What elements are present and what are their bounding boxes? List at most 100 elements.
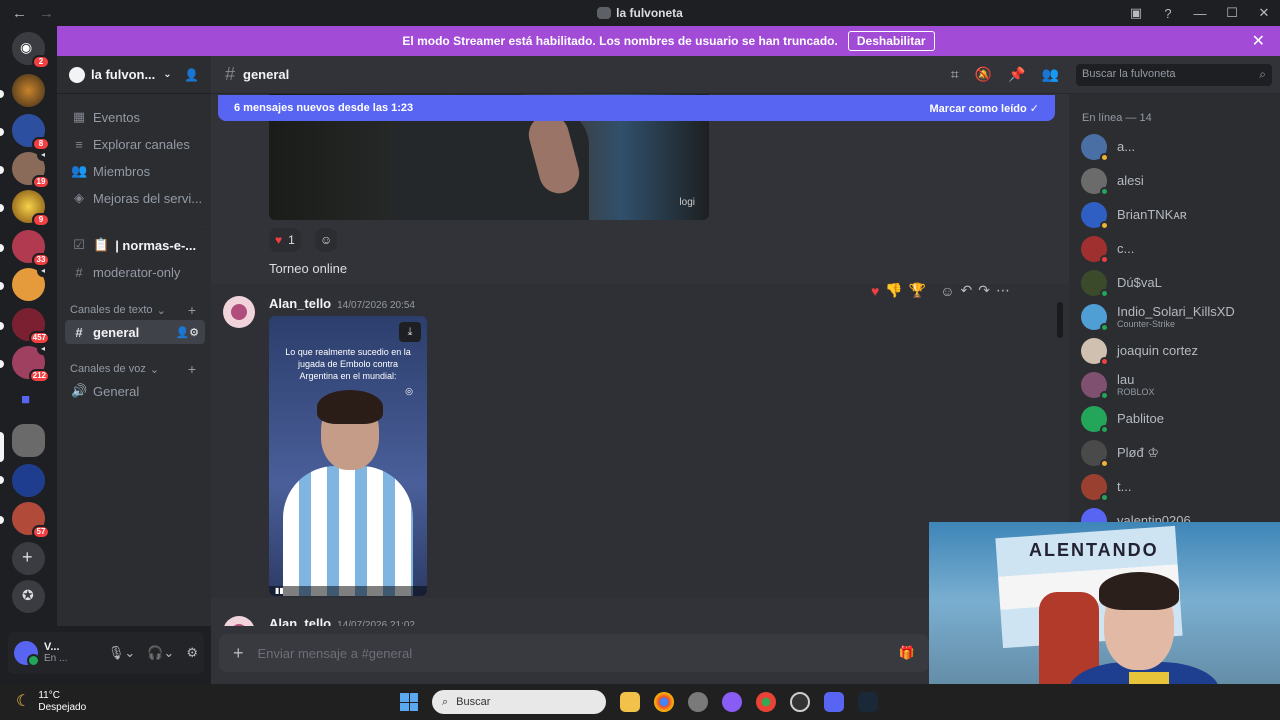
mute-bell-icon[interactable]: 🔕 xyxy=(975,66,992,83)
add-server-button[interactable]: + xyxy=(12,542,45,575)
member-item[interactable]: Pablitoe xyxy=(1081,404,1271,434)
message-input[interactable]: + Enviar mensaje a #general 🎁 xyxy=(219,634,929,672)
app-icon[interactable] xyxy=(790,692,810,712)
discord-taskbar-icon[interactable] xyxy=(824,692,844,712)
close-icon[interactable]: ✕ xyxy=(1252,31,1265,51)
member-item[interactable]: BrianTNKᴀʀ xyxy=(1081,200,1271,230)
mark-read-button[interactable]: Marcar como leído ✓ xyxy=(930,102,1039,115)
member-item[interactable]: c... xyxy=(1081,234,1271,264)
server-icon[interactable]: 9 xyxy=(12,190,50,227)
voice-channels-category[interactable]: Canales de voz ⌄ + xyxy=(70,361,196,377)
home-button[interactable]: ◉ 2 xyxy=(12,32,50,69)
settings-icon[interactable] xyxy=(688,692,708,712)
inbox-icon[interactable]: ▣ xyxy=(1120,5,1152,21)
members-item[interactable]: 👥 Miembros xyxy=(65,159,205,183)
channel-rules[interactable]: ☑ 📋 | normas-e-... xyxy=(65,233,205,257)
unread-pill xyxy=(0,282,4,290)
browse-channels-item[interactable]: ≡ Explorar canales xyxy=(65,132,205,156)
server-icon[interactable]: ◂ 212 xyxy=(12,343,50,383)
chrome-icon[interactable] xyxy=(654,692,674,712)
message-timestamp: 14/07/2026 20:54 xyxy=(337,300,415,311)
clipboard-icon: 📋 xyxy=(93,237,110,252)
add-channel-icon[interactable]: + xyxy=(188,302,196,318)
member-item[interactable]: a... xyxy=(1081,132,1271,162)
message-video[interactable]: Lo que realmente sucedio en la jugada de… xyxy=(269,316,427,596)
add-reaction-icon[interactable]: ☺ xyxy=(940,283,954,299)
forward-arrow-icon[interactable]: → xyxy=(39,5,54,22)
server-boosts-item[interactable]: ◈ Mejoras del servi... xyxy=(65,186,205,210)
microphone-icon[interactable]: 🎙⌄ xyxy=(108,645,135,661)
add-reaction-button[interactable]: ☺ xyxy=(315,228,338,252)
heart-reaction-icon[interactable]: ♥ xyxy=(871,283,879,299)
steam-icon[interactable] xyxy=(858,692,878,712)
member-item[interactable]: joaquin cortez xyxy=(1081,336,1271,366)
server-icon[interactable]: 8 xyxy=(12,114,50,151)
status-dot xyxy=(1100,289,1109,298)
gift-icon[interactable]: 🎁 xyxy=(899,645,915,661)
invite-settings-icon[interactable]: 👤⚙ xyxy=(175,326,199,339)
threads-icon[interactable]: ⌗ xyxy=(951,66,959,83)
server-icon[interactable]: 457 xyxy=(12,308,50,345)
trophy-icon[interactable]: 🏆 xyxy=(909,282,926,299)
status-dot xyxy=(1100,153,1109,162)
search-input[interactable]: Buscar la fulvoneta ⌕ xyxy=(1076,64,1272,86)
pin-icon[interactable]: 📌 xyxy=(1008,66,1025,83)
minimize-button[interactable]: — xyxy=(1184,6,1216,21)
more-icon[interactable]: ⋯ xyxy=(996,282,1010,299)
member-item[interactable]: alesi xyxy=(1081,166,1271,196)
server-icon[interactable]: ◂ xyxy=(12,265,49,301)
thumbs-down-icon[interactable]: 👎 xyxy=(885,282,902,299)
member-item[interactable]: Dú$vaL xyxy=(1081,268,1271,298)
member-list-icon[interactable]: 👥 xyxy=(1042,66,1059,83)
server-icon[interactable] xyxy=(12,74,45,107)
back-arrow-icon[interactable]: ← xyxy=(12,5,27,22)
file-explorer-icon[interactable] xyxy=(620,692,640,712)
new-messages-bar[interactable]: 6 mensajes nuevos desde las 1:23 Marcar … xyxy=(218,95,1055,121)
headphones-icon[interactable]: 🎧⌄ xyxy=(147,645,174,661)
member-name: t... xyxy=(1117,479,1132,494)
reaction-heart[interactable]: ♥ 1 xyxy=(269,228,301,252)
disable-streamer-button[interactable]: Deshabilitar xyxy=(847,31,935,51)
windows-start-icon[interactable] xyxy=(400,693,418,711)
close-window-button[interactable]: ✕ xyxy=(1248,5,1280,21)
download-icon[interactable]: ⤓ xyxy=(399,322,421,342)
avatar[interactable] xyxy=(223,296,255,328)
server-icon[interactable]: ◂ 19 xyxy=(12,149,50,189)
avatar[interactable] xyxy=(14,641,40,667)
maximize-button[interactable]: ☐ xyxy=(1216,5,1248,21)
discover-button[interactable]: ✪ xyxy=(12,580,45,613)
member-item[interactable]: Pløđ ♔ xyxy=(1081,438,1271,468)
reply-icon[interactable]: ↶ xyxy=(960,282,972,299)
member-name: lau xyxy=(1117,372,1135,387)
chrome-profile-icon[interactable] xyxy=(756,692,776,712)
server-icon[interactable] xyxy=(12,464,45,497)
text-channels-category[interactable]: Canales de texto ⌄ + xyxy=(70,302,196,318)
server-icon[interactable] xyxy=(12,424,45,457)
member-name: c... xyxy=(1117,241,1135,256)
guild-header[interactable]: la fulvon... ⌄ 👤 xyxy=(57,56,211,94)
forward-icon[interactable]: ↷ xyxy=(978,282,990,299)
scrollbar[interactable] xyxy=(1057,302,1063,338)
member-item[interactable]: t... xyxy=(1081,472,1271,502)
help-icon[interactable]: ? xyxy=(1152,6,1184,21)
events-item[interactable]: ▦ Eventos xyxy=(65,105,205,129)
folder-icon[interactable]: ■ xyxy=(12,384,45,417)
member-name: BrianTNKᴀʀ xyxy=(1117,207,1187,222)
member-item[interactable]: lau ROBLOX xyxy=(1081,370,1271,400)
avatar xyxy=(1081,304,1109,332)
invite-icon[interactable]: 👤 xyxy=(184,68,199,82)
status-dot xyxy=(1100,391,1109,400)
taskbar-search[interactable]: ⌕ Buscar xyxy=(432,690,606,714)
server-icon[interactable]: 33 xyxy=(12,230,50,267)
gear-icon[interactable]: ⚙ xyxy=(186,645,198,661)
server-icon[interactable]: 57 xyxy=(12,502,50,539)
voice-channel-general[interactable]: 🔊 General xyxy=(65,379,205,403)
weather-widget[interactable]: ☾ 11°C Despejado xyxy=(0,690,86,714)
attach-plus-icon[interactable]: + xyxy=(233,643,244,664)
app-icon[interactable] xyxy=(722,692,742,712)
channel-moderator-only[interactable]: # moderator-only xyxy=(65,260,205,284)
channel-general[interactable]: # general 👤⚙ xyxy=(65,320,205,344)
add-channel-icon[interactable]: + xyxy=(188,361,196,377)
video-controls[interactable]: ▮▮ xyxy=(269,586,427,596)
member-item[interactable]: Indio_Solari_KillsXD Counter-Strike xyxy=(1081,302,1271,332)
